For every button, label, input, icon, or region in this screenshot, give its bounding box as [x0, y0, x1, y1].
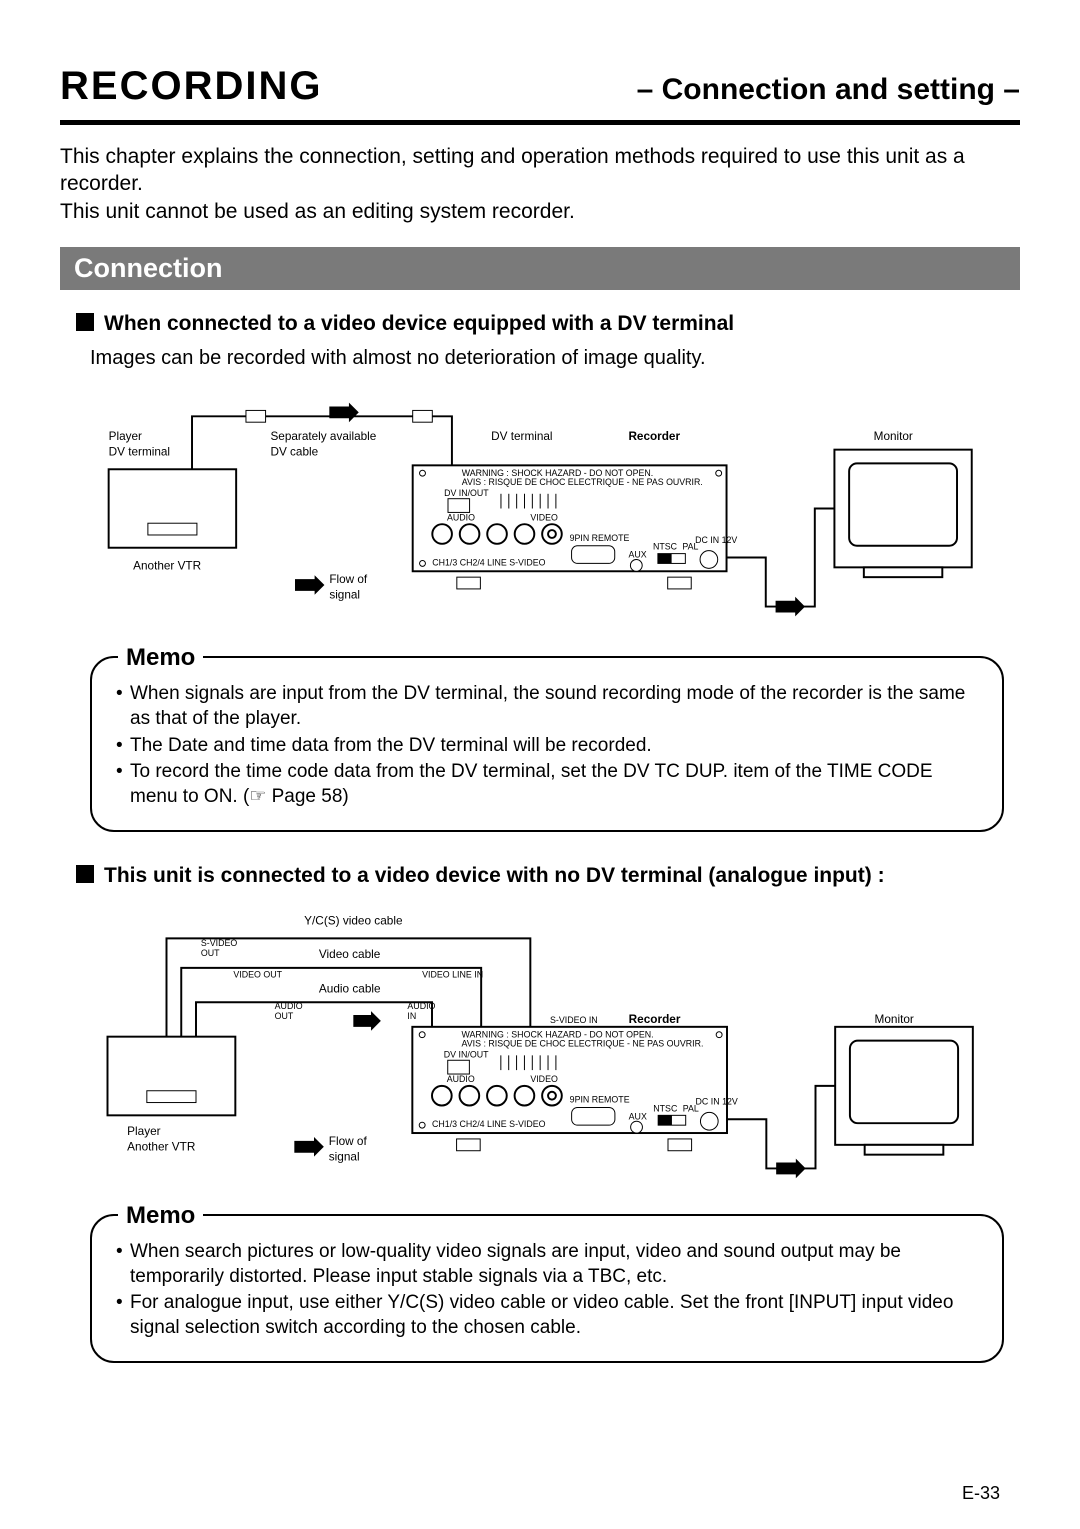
memo-1-title: Memo — [118, 642, 203, 673]
fig1-monitor — [834, 450, 971, 577]
fig1-recorder-label: Recorder — [628, 430, 680, 443]
memo-2-title: Memo — [118, 1200, 203, 1231]
fig2-another-vtr: Another VTR — [127, 1140, 195, 1154]
memo-1-item: The Date and time data from the DV termi… — [116, 734, 980, 759]
fig1-dv-terminal-label: DV terminal — [491, 430, 552, 443]
fig2-monitor-label: Monitor — [875, 1012, 914, 1026]
fig1-panel-audio: AUDIO — [447, 513, 475, 523]
fig2-panel-dcin: DC IN 12V — [696, 1097, 738, 1107]
fig2-s-video-out-label: S-VIDEO — [201, 938, 237, 948]
fig2-player-slot — [147, 1091, 196, 1103]
intro-line-2: This unit cannot be used as an editing s… — [60, 198, 1020, 225]
memo-1-item: To record the time code data from the DV… — [116, 760, 980, 809]
fig2-panel-ntsc: NTSC — [653, 1103, 678, 1113]
fig2-panel-audio: AUDIO — [447, 1074, 475, 1084]
fig2-panel-video: VIDEO — [530, 1074, 558, 1084]
fig1-monitor-label: Monitor — [874, 430, 913, 443]
fig1-conn-right-plug — [413, 411, 433, 423]
fig2-out-flow-arrow-icon — [776, 1159, 806, 1179]
memo-box-2: Memo When search pictures or low-quality… — [90, 1214, 1004, 1363]
svg-text:IN: IN — [407, 1011, 416, 1021]
fig2-audio-cable-line — [196, 1002, 432, 1036]
page-title-sub: – Connection and setting – — [637, 70, 1020, 109]
fig2-audio-cable-label: Audio cable — [319, 981, 381, 995]
fig2-flow-legend-arrow-icon — [294, 1137, 324, 1157]
svg-text:OUT: OUT — [201, 948, 220, 958]
memo-box-1: Memo When signals are input from the DV … — [90, 656, 1004, 831]
fig2-panel-rowlabels: CH1/3 CH2/4 LINE S-VIDEO — [432, 1119, 546, 1129]
fig1-player-label: Player — [109, 430, 142, 443]
svg-text:OUT: OUT — [275, 1011, 294, 1021]
fig2-flow-legend-top: Flow of — [329, 1134, 368, 1148]
fig1-recorder-panel: WARNING : SHOCK HAZARD - DO NOT OPEN. AV… — [413, 466, 738, 590]
memo-2-item: For analogue input, use either Y/C(S) vi… — [116, 1291, 980, 1340]
fig1-panel-video: VIDEO — [530, 513, 558, 523]
fig1-out-flow-arrow-icon — [776, 597, 805, 617]
fig1-panel-avis: AVIS : RISQUE DE CHOC ELECTRIQUE - NE PA… — [462, 477, 703, 487]
fig2-yc-cable-label: Y/C(S) video cable — [304, 914, 403, 928]
fig2-video-line-in-label: VIDEO LINE IN — [422, 970, 483, 980]
subheading-1-text: When connected to a video device equippe… — [104, 310, 734, 337]
fig1-panel-dv: DV IN/OUT — [444, 488, 489, 498]
fig2-out-cable — [727, 1086, 835, 1169]
fig2-panel-dv: DV IN/OUT — [444, 1049, 489, 1059]
fig2-player-label: Player — [127, 1124, 161, 1138]
page-header: RECORDING – Connection and setting – — [60, 60, 1020, 125]
fig1-another-vtr: Another VTR — [133, 560, 201, 573]
bullet-square-icon — [76, 865, 94, 883]
fig1-player-box — [109, 470, 236, 548]
fig1-flow-legend-top: Flow of — [329, 573, 368, 586]
fig1-panel-rowlabels: CH1/3 CH2/4 LINE S-VIDEO — [432, 558, 545, 568]
fig1-panel-aux: AUX — [628, 550, 646, 560]
fig2-video-out-label: VIDEO OUT — [233, 970, 282, 980]
fig2-flow-legend-bottom: signal — [329, 1150, 360, 1164]
fig2-video-cable-label: Video cable — [319, 947, 381, 961]
fig2-recorder-label: Recorder — [629, 1012, 681, 1026]
subheading-1: When connected to a video device equippe… — [76, 310, 1004, 337]
memo-2-item: When search pictures or low-quality vide… — [116, 1240, 980, 1289]
fig1-conn-left-plug — [246, 411, 266, 423]
subheading-2: This unit is connected to a video device… — [76, 862, 1004, 889]
bullet-square-icon — [76, 313, 94, 331]
page-number: E-33 — [962, 1482, 1000, 1505]
fig1-flow-legend-arrow-icon — [295, 575, 324, 595]
fig2-recorder-panel: WARNING : SHOCK HAZARD - DO NOT OPEN. AV… — [412, 1027, 738, 1151]
fig1-player-terminal: DV terminal — [109, 446, 170, 459]
fig2-monitor — [835, 1027, 973, 1155]
fig2-panel-remote: 9PIN REMOTE — [570, 1095, 630, 1105]
fig1-flow-legend-bottom: signal — [329, 589, 360, 602]
subheading-2-text: This unit is connected to a video device… — [104, 862, 885, 889]
section-bar-connection: Connection — [60, 247, 1020, 290]
fig1-panel-remote: 9PIN REMOTE — [570, 533, 630, 543]
fig1-dv-cable-top: Separately available — [270, 430, 376, 443]
fig2-player-box — [108, 1037, 236, 1116]
memo-1-item: When signals are input from the DV termi… — [116, 682, 980, 731]
figure-analogue-connection: Player Another VTR Y/C(S) video cable S-… — [100, 899, 1020, 1194]
fig2-flow-arrow-icon — [353, 1011, 381, 1031]
fig1-dv-cable-bottom: DV cable — [270, 446, 318, 459]
fig1-panel-ntsc: NTSC — [653, 542, 678, 552]
fig2-s-video-in-label: S-VIDEO IN — [550, 1015, 598, 1025]
fig1-out-cable — [727, 509, 835, 607]
intro-block: This chapter explains the connection, se… — [60, 143, 1020, 225]
fig2-panel-aux: AUX — [629, 1111, 647, 1121]
page-title-main: RECORDING — [60, 60, 322, 112]
fig1-panel-dcin: DC IN 12V — [695, 535, 737, 545]
figure-dv-connection: Player DV terminal Another VTR Separatel… — [100, 381, 1020, 636]
fig1-flow-arrow-icon — [329, 403, 358, 423]
fig2-panel-avis: AVIS : RISQUE DE CHOC ELECTRIQUE - NE PA… — [462, 1039, 704, 1049]
fig1-player-slot — [148, 523, 197, 535]
intro-line-1: This chapter explains the connection, se… — [60, 143, 1020, 198]
subheading-1-body: Images can be recorded with almost no de… — [90, 345, 1004, 371]
